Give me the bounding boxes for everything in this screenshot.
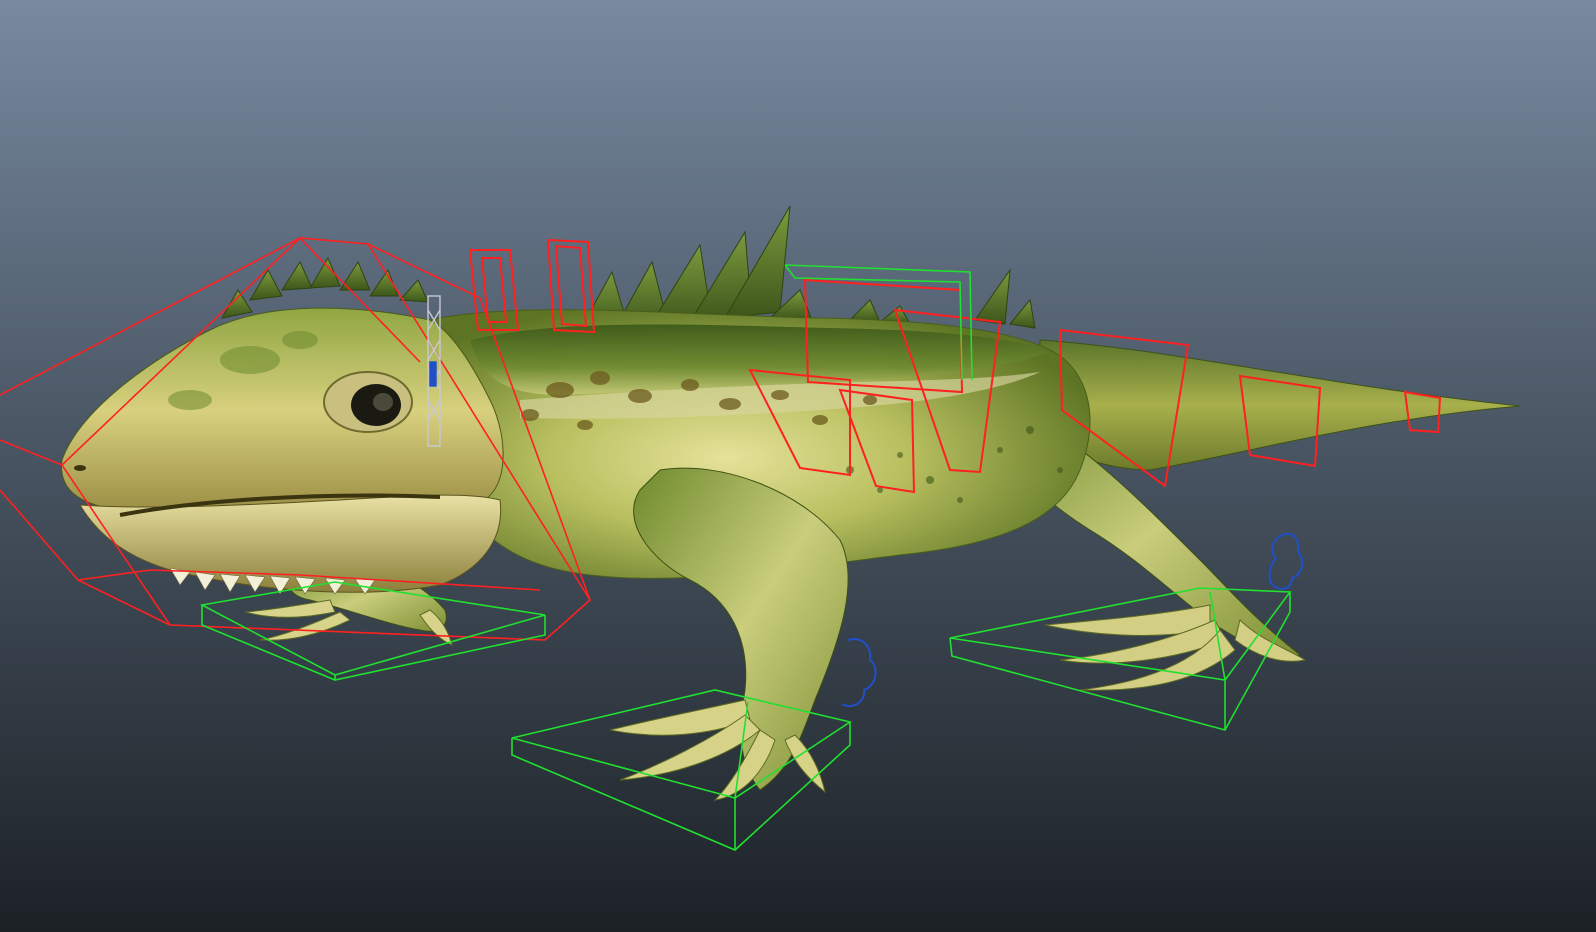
nostril (74, 465, 86, 471)
eye-highlight (373, 393, 393, 411)
3d-viewport[interactable] (0, 0, 1596, 932)
viewport-canvas[interactable] (0, 0, 1596, 932)
